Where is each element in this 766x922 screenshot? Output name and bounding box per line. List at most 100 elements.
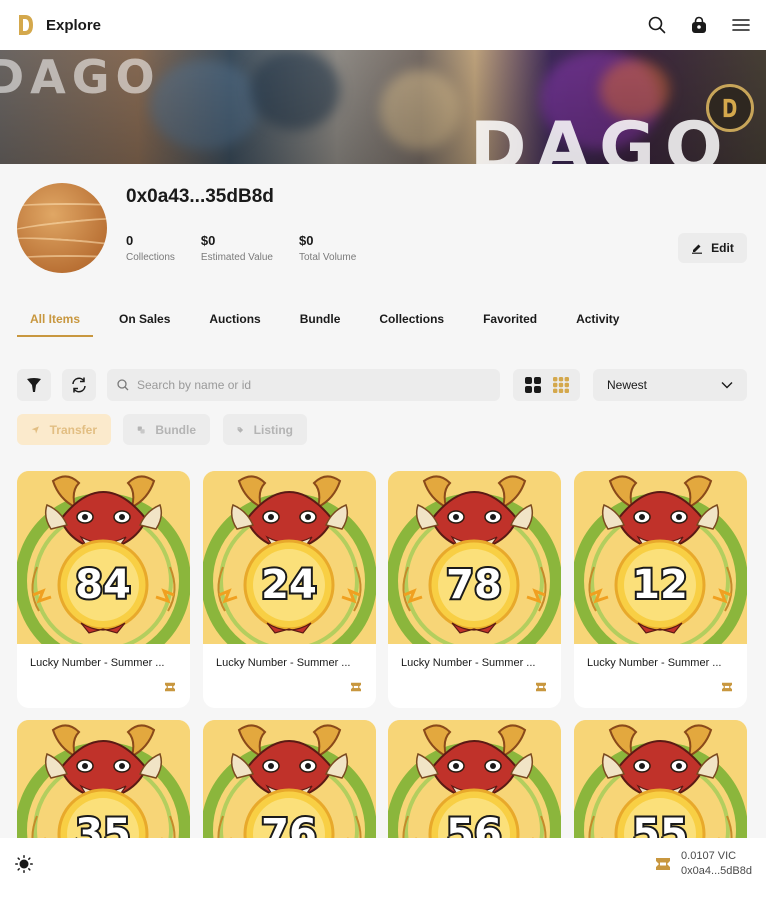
lucky-number-label: 12 bbox=[632, 562, 688, 608]
listing-button[interactable]: Listing bbox=[223, 414, 307, 445]
nft-image: 56 bbox=[388, 720, 561, 838]
tab-bundle[interactable]: Bundle bbox=[287, 306, 354, 337]
refresh-icon bbox=[72, 377, 86, 393]
dago-logo-icon[interactable] bbox=[18, 14, 34, 36]
tag-icon bbox=[237, 426, 244, 433]
lucky-number-label: 55 bbox=[632, 811, 688, 838]
nft-card[interactable]: 78 Lucky Number - Summer ... bbox=[388, 471, 561, 708]
lucky-number-label: 84 bbox=[75, 562, 131, 608]
nft-card[interactable]: 24 Lucky Number - Summer ... bbox=[203, 471, 376, 708]
search-input[interactable] bbox=[137, 378, 477, 392]
stat-estimated-value: $0 Estimated Value bbox=[201, 233, 273, 263]
grid-large-icon[interactable] bbox=[524, 376, 542, 394]
vic-token-icon bbox=[722, 682, 732, 692]
dragon-artwork-icon: 76 bbox=[203, 720, 376, 838]
stat-label: Total Volume bbox=[299, 252, 357, 263]
nft-card[interactable]: 35 bbox=[17, 720, 190, 838]
wallet-address: 0x0a43...35dB8d bbox=[126, 186, 274, 207]
dragon-artwork-icon: 12 bbox=[574, 471, 747, 644]
dragon-artwork-icon: 84 bbox=[17, 471, 190, 644]
wallet-balance: 0.0107 VIC bbox=[681, 850, 737, 862]
chevron-down-icon bbox=[721, 382, 733, 389]
sort-dropdown[interactable]: Newest bbox=[593, 369, 747, 401]
dragon-artwork-icon: 35 bbox=[17, 720, 190, 838]
nft-image: 84 bbox=[17, 471, 190, 644]
dragon-artwork-icon: 24 bbox=[203, 471, 376, 644]
bottom-bar: 0.0107 VIC 0x0a4...5dB8d bbox=[0, 838, 766, 922]
lucky-number-label: 76 bbox=[261, 811, 317, 838]
dago-logo-icon bbox=[723, 98, 737, 118]
nft-image: 76 bbox=[203, 720, 376, 838]
tab-on-sales[interactable]: On Sales bbox=[106, 306, 183, 337]
edit-profile-button[interactable]: Edit bbox=[678, 233, 747, 263]
nft-title: Lucky Number - Summer ... bbox=[30, 657, 165, 669]
page-title[interactable]: Explore bbox=[46, 17, 101, 34]
edit-icon bbox=[692, 244, 703, 254]
nft-card[interactable]: 12 Lucky Number - Summer ... bbox=[574, 471, 747, 708]
vic-token-icon bbox=[656, 858, 671, 870]
transfer-button[interactable]: Transfer bbox=[17, 414, 111, 445]
nft-title: Lucky Number - Summer ... bbox=[401, 657, 536, 669]
grid-small-icon[interactable] bbox=[552, 376, 570, 394]
stat-value: $0 bbox=[299, 233, 314, 248]
stat-value: $0 bbox=[200, 233, 216, 248]
profile-stats: 0 Collections $0 Estimated Value $0 Tota… bbox=[126, 233, 382, 263]
lucky-number-label: 56 bbox=[446, 811, 502, 838]
tab-favorited[interactable]: Favorited bbox=[470, 306, 550, 337]
menu-icon[interactable] bbox=[732, 17, 750, 33]
edit-label: Edit bbox=[711, 241, 734, 255]
avatar bbox=[17, 183, 107, 273]
refresh-button[interactable] bbox=[62, 369, 96, 401]
nft-image: 55 bbox=[574, 720, 747, 838]
wallet-widget[interactable]: 0.0107 VIC 0x0a4...5dB8d bbox=[655, 849, 752, 879]
bundle-label: Bundle bbox=[155, 422, 196, 437]
stat-label: Estimated Value bbox=[200, 252, 273, 263]
banner-watermark-left: DAGO bbox=[0, 50, 161, 104]
nft-image: 24 bbox=[203, 471, 376, 644]
profile-banner: DAGO DAGO bbox=[0, 50, 766, 164]
sort-value: Newest bbox=[607, 378, 648, 392]
view-toggle bbox=[513, 369, 580, 401]
dragon-artwork-icon: 55 bbox=[574, 720, 747, 838]
nft-title: Lucky Number - Summer ... bbox=[216, 657, 351, 669]
vic-token-icon bbox=[351, 682, 361, 692]
lucky-number-label: 24 bbox=[261, 562, 317, 608]
search-bar[interactable] bbox=[107, 369, 500, 401]
nft-card[interactable]: 56 bbox=[388, 720, 561, 838]
tab-all-items[interactable]: All Items bbox=[17, 306, 94, 337]
filter-button[interactable] bbox=[17, 369, 51, 401]
wallet-address-short: 0x0a4...5dB8d bbox=[681, 865, 752, 877]
bag-icon[interactable] bbox=[690, 16, 708, 34]
stat-collections: 0 Collections bbox=[126, 233, 175, 263]
lucky-number-label: 78 bbox=[446, 562, 502, 608]
top-bar: Explore bbox=[0, 0, 766, 50]
theme-toggle-icon[interactable] bbox=[15, 855, 33, 873]
vic-token-icon bbox=[165, 682, 175, 692]
nft-card[interactable]: 76 bbox=[203, 720, 376, 838]
nft-image: 35 bbox=[17, 720, 190, 838]
profile-section: 0x0a43...35dB8d 0 Collections $0 Estimat… bbox=[0, 164, 766, 289]
send-icon bbox=[31, 425, 39, 434]
stat-value: 0 bbox=[126, 233, 134, 248]
vic-token-icon bbox=[536, 682, 546, 692]
lucky-number-label: 35 bbox=[75, 811, 131, 838]
banner-logo-badge bbox=[706, 84, 754, 132]
nft-title: Lucky Number - Summer ... bbox=[587, 657, 722, 669]
search-icon[interactable] bbox=[648, 16, 666, 34]
bundle-button[interactable]: Bundle bbox=[123, 414, 210, 445]
profile-tabs: All Items On Sales Auctions Bundle Colle… bbox=[17, 306, 645, 337]
banner-watermark: DAGO bbox=[470, 108, 733, 164]
bundle-icon bbox=[137, 426, 145, 433]
nft-card[interactable]: 84 Lucky Number - Summer ... bbox=[17, 471, 190, 708]
filter-icon bbox=[27, 378, 41, 392]
listing-label: Listing bbox=[253, 422, 293, 437]
nft-card[interactable]: 55 bbox=[574, 720, 747, 838]
transfer-label: Transfer bbox=[49, 422, 97, 437]
tab-auctions[interactable]: Auctions bbox=[196, 306, 273, 337]
nft-image: 78 bbox=[388, 471, 561, 644]
dragon-artwork-icon: 78 bbox=[388, 471, 561, 644]
dragon-artwork-icon: 56 bbox=[388, 720, 561, 838]
tab-activity[interactable]: Activity bbox=[563, 306, 632, 337]
stat-total-volume: $0 Total Volume bbox=[299, 233, 356, 263]
tab-collections[interactable]: Collections bbox=[366, 306, 457, 337]
